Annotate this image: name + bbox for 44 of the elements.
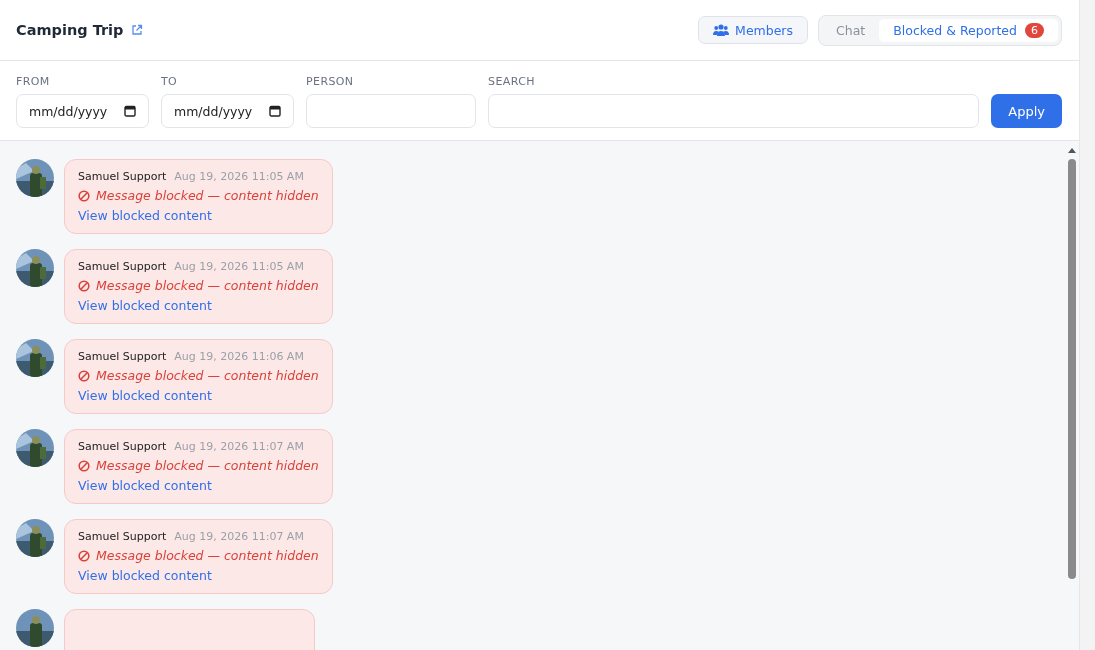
blocked-icon — [78, 549, 90, 562]
sender-name: Samuel Support — [78, 260, 167, 273]
sender-name: Samuel Support — [78, 530, 167, 543]
blocked-icon — [78, 189, 90, 202]
calendar-icon[interactable] — [124, 105, 136, 117]
blocked-notice: Message blocked — content hidden — [96, 278, 319, 293]
blocked-icon — [78, 459, 90, 472]
count-badge: 6 — [1025, 22, 1044, 38]
timestamp: Aug 19, 2026 11:05 AM — [174, 260, 304, 273]
external-link-icon[interactable] — [131, 24, 144, 36]
timestamp: Aug 19, 2026 11:07 AM — [174, 440, 304, 453]
field-label: FROM — [16, 75, 51, 88]
date-field[interactable]: mm/dd/yyyy — [16, 94, 149, 128]
view-content-link[interactable]: View blocked content — [78, 568, 319, 583]
apply-button[interactable]: Apply — [991, 94, 1062, 128]
input-field[interactable] — [306, 94, 476, 128]
view-content-link[interactable]: View blocked content — [78, 388, 319, 403]
sender-name: Samuel Support — [78, 440, 167, 453]
view-content-link[interactable]: View blocked content — [78, 478, 319, 493]
view-content-link[interactable]: View blocked content — [78, 298, 319, 313]
scroll-up-icon[interactable] — [1067, 147, 1076, 153]
blocked-icon — [78, 279, 90, 292]
tab[interactable]: Blocked & Reported 6 — [879, 18, 1058, 42]
blocked-icon — [78, 369, 90, 382]
field-label: SEARCH — [488, 75, 536, 88]
chat-title: Camping Trip — [16, 22, 124, 38]
tab[interactable]: Chat — [822, 18, 880, 42]
sender-name: Samuel Support — [78, 170, 167, 183]
calendar-icon[interactable] — [269, 105, 281, 117]
input-field[interactable] — [488, 94, 980, 128]
blocked-notice: Message blocked — content hidden — [96, 458, 319, 473]
timestamp: Aug 19, 2026 11:06 AM — [174, 350, 304, 363]
timestamp: Aug 19, 2026 11:05 AM — [174, 170, 304, 183]
view-content-link[interactable]: View blocked content — [78, 208, 319, 223]
field-label: PERSON — [306, 75, 355, 88]
sender-name: Samuel Support — [78, 350, 167, 363]
field-label: TO — [161, 75, 179, 88]
members-button[interactable]: Members — [698, 16, 809, 44]
blocked-notice: Message blocked — content hidden — [96, 368, 319, 383]
blocked-notice: Message blocked — content hidden — [96, 188, 319, 203]
blocked-notice: Message blocked — content hidden — [96, 548, 319, 563]
timestamp: Aug 19, 2026 11:07 AM — [174, 530, 304, 543]
people-icon — [713, 24, 730, 36]
date-field[interactable]: mm/dd/yyyy — [161, 94, 294, 128]
